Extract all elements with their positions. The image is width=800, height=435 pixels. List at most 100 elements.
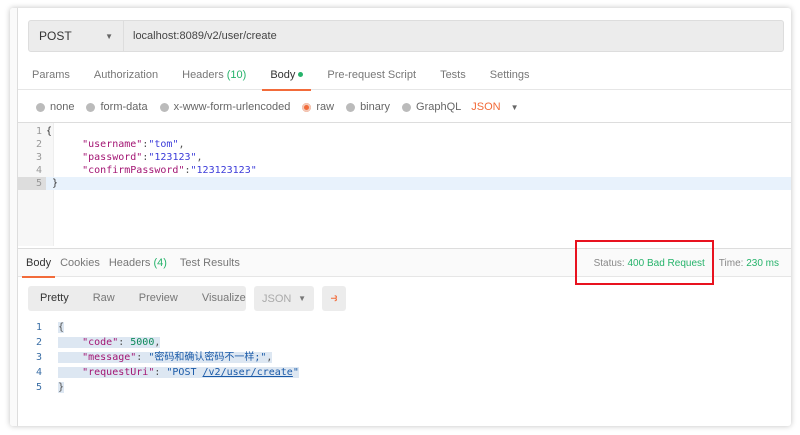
radio-urlencoded[interactable]: x-www-form-urlencoded [159,101,291,113]
response-tab-headers[interactable]: Headers (4) [109,249,167,277]
method-label: POST [39,29,72,43]
format-label: JSON [262,292,292,305]
response-line: 1{ [18,320,791,335]
line-number: 5 [35,382,42,393]
json-key: "code" [82,337,119,348]
tab-body[interactable]: Body [262,60,312,91]
json-key: "password" [82,152,143,163]
wrap-icon: ⥽ [330,292,338,304]
json-key: "confirmPassword" [82,165,185,176]
modified-dot-icon [298,72,304,78]
method-select[interactable]: POST ▼ [29,21,124,51]
option-label: binary [360,101,391,113]
chevron-down-icon: ▼ [298,294,306,303]
brace: { [46,126,53,137]
url-input[interactable]: localhost:8089/v2/user/create [124,30,277,42]
wrap-lines-button[interactable]: ⥽ [322,286,346,311]
radio-form-data[interactable]: form-data [86,101,148,113]
tab-label: Body [270,68,296,81]
tab-params[interactable]: Params [32,60,70,90]
comma: , [196,152,203,163]
option-label: raw [316,101,335,113]
radio-binary[interactable]: binary [346,101,390,113]
tab-pre-request-script[interactable]: Pre-request Script [327,60,416,90]
json-key: "requestUri" [82,367,155,378]
view-mode-group: Pretty Raw Preview Visualize [28,286,246,311]
response-line: 4 "requestUri": "POST /v2/user/create" [18,365,791,380]
brace: } [58,382,65,393]
request-tabs: Params Authorization Headers (10) Body P… [18,60,791,91]
json-value: 5000 [130,337,155,348]
comma: , [178,139,185,150]
tab-label: Headers [182,68,224,81]
radio-icon [159,102,169,112]
time-value: 230 ms [746,257,779,269]
brace: } [52,178,59,189]
response-body: 1{ 2 "code": 5000, 3 "message": "密码和确认密码… [18,320,791,395]
editor-line: 2 "username":"tom", [18,138,791,151]
uri-link[interactable]: /v2/user/create [203,367,293,378]
line-number: 3 [35,352,42,363]
line-number: 2 [35,139,42,150]
view-pretty-button[interactable]: Pretty [28,286,81,311]
tab-authorization[interactable]: Authorization [94,60,158,90]
json-value: "密码和确认密码不一样;" [148,352,267,363]
radio-selected-icon [302,102,312,112]
editor-line: 1{ [18,125,791,138]
option-label: none [50,101,75,113]
line-number: 5 [18,177,46,190]
radio-icon [86,102,96,112]
response-tab-body[interactable]: Body [21,249,56,278]
radio-icon [346,102,356,112]
radio-icon [36,102,45,112]
tab-tests[interactable]: Tests [440,60,466,90]
headers-count: (10) [226,68,247,81]
chevron-down-icon: ▼ [105,31,113,41]
line-number: 1 [35,126,42,137]
line-number: 1 [35,322,42,333]
response-tab-cookies[interactable]: Cookies [60,249,100,277]
response-view-toolbar: Pretty Raw Preview Visualize JSON ▼ ⥽ [28,286,346,311]
time-label: Time: [718,257,744,269]
request-bar: POST ▼ localhost:8089/v2/user/create [28,20,784,52]
tab-headers[interactable]: Headers (10) [182,60,246,90]
postman-window: POST ▼ localhost:8089/v2/user/create Para… [10,8,791,426]
json-value: "123123123" [190,165,257,176]
quote: " [292,367,299,378]
option-label: GraphQL [416,101,462,113]
response-line: 3 "message": "密码和确认密码不一样;", [18,350,791,365]
json-value: "POST [166,367,203,378]
status-highlight-box [575,240,714,285]
sidebar-edge [10,8,18,426]
tab-label: Headers [108,256,151,269]
view-visualize-button[interactable]: Visualize [190,286,258,311]
response-line: 5} [18,380,791,395]
editor-line: 4 "confirmPassword":"123123123" [18,164,791,177]
radio-none[interactable]: none [36,101,74,113]
view-raw-button[interactable]: Raw [81,286,127,311]
option-label: form-data [100,101,148,113]
radio-graphql[interactable]: GraphQL [402,101,461,113]
json-key: "username" [82,139,143,150]
line-number: 2 [35,337,42,348]
radio-raw[interactable]: raw [302,101,334,113]
radio-icon [402,102,412,112]
chevron-down-icon: ▼ [510,102,519,112]
brace: { [58,322,65,333]
body-type-options: none form-data x-www-form-urlencoded raw… [36,98,531,116]
headers-count: (4) [153,256,167,269]
raw-format-select[interactable]: JSON ▼ [471,101,519,113]
editor-line-current: 5 } [18,177,791,190]
response-line: 2 "code": 5000, [18,335,791,350]
option-label: x-www-form-urlencoded [173,101,291,113]
line-number: 3 [35,152,42,163]
line-number: 4 [35,367,42,378]
json-value: "tom" [148,139,179,150]
tab-settings[interactable]: Settings [490,60,530,90]
body-editor[interactable]: 1{ 2 "username":"tom", 3 "password":"123… [18,122,791,246]
response-tab-test-results[interactable]: Test Results [180,249,240,277]
line-number: 4 [35,165,42,176]
response-format-select[interactable]: JSON ▼ [254,286,314,311]
view-preview-button[interactable]: Preview [127,286,190,311]
json-value: "123123" [148,152,197,163]
